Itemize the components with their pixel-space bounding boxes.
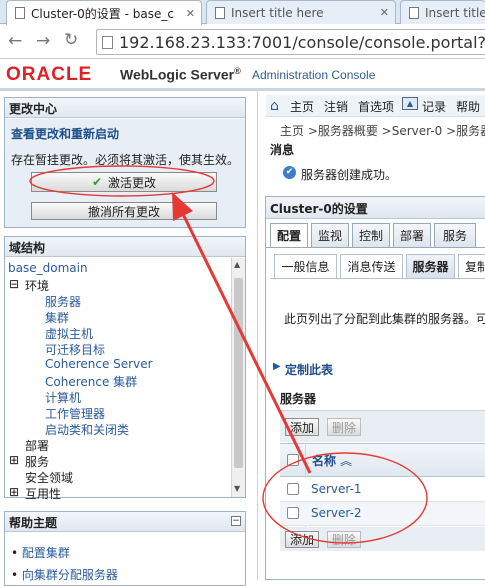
tab-deployments[interactable]: 部署 (393, 223, 431, 247)
page-icon (409, 6, 419, 19)
tree-item-services[interactable]: 服务 (25, 453, 49, 470)
messages-title: 消息 (270, 143, 295, 157)
vertical-scrollbar[interactable]: ▲ ▼ (231, 258, 245, 497)
help-topics-panel: 帮助主题 − • 配置集群 • 向集群分配服务器 (4, 511, 246, 586)
page-icon (102, 36, 113, 49)
expand-icon[interactable]: ⊞ (9, 485, 19, 499)
page-description: 此页列出了分配到此集群的服务器。可 (284, 312, 485, 326)
subtab-general[interactable]: 一般信息 (274, 254, 337, 278)
page-icon (15, 7, 25, 19)
tree-item-clusters[interactable]: 集群 (45, 309, 69, 326)
tree-item-startup-shutdown[interactable]: 启动类和关闭类 (45, 421, 129, 438)
change-center-subtitle: 查看更改和重新启动 (11, 127, 120, 141)
tree-item-coherence-server[interactable]: Coherence Server (45, 357, 153, 371)
reload-icon[interactable]: ↻ (64, 30, 78, 50)
add-button-bottom[interactable]: 添加 (285, 531, 319, 548)
select-all-checkbox[interactable] (287, 454, 299, 466)
subtab-servers[interactable]: 服务器 (406, 254, 455, 278)
domain-structure-title: 域结构 (5, 237, 245, 257)
delete-button-top[interactable]: 删除 (327, 418, 361, 436)
scrollbar-thumb[interactable] (234, 278, 243, 468)
success-message: 服务器创建成功。 (301, 168, 398, 182)
domain-tree: base_domain ⊟ 环境 服务器 集群 虚拟主机 可迁移目标 Coher… (5, 258, 231, 501)
delete-button-bottom[interactable]: 删除 (327, 531, 361, 548)
header-divider (0, 88, 485, 91)
tree-item-environment[interactable]: 环境 (25, 277, 49, 294)
help-link[interactable]: 帮助 (456, 98, 480, 115)
tree-item-virtual-hosts[interactable]: 虚拟主机 (45, 325, 93, 342)
help-topics-title: 帮助主题 (5, 512, 245, 532)
scroll-up-icon[interactable]: ▲ (234, 260, 240, 269)
change-center-panel: 更改中心 查看更改和重新启动 存在暂挂更改。必须将其激活，使其生效。 ✔ 激活更… (4, 97, 246, 228)
tree-item-servers[interactable]: 服务器 (45, 293, 81, 310)
tree-root[interactable]: base_domain (8, 261, 88, 275)
help-topic-item[interactable]: • 向集群分配服务器 (11, 566, 118, 583)
scroll-down-icon[interactable]: ▼ (234, 484, 240, 493)
collapse-icon[interactable]: ⊟ (9, 277, 19, 291)
browser-tab[interactable]: Insert title (400, 0, 485, 24)
undo-all-changes-button[interactable]: 撤消所有更改 (31, 202, 217, 220)
browser-tab-active[interactable]: Cluster-0的设置 - base_c ✕ (6, 0, 202, 25)
tree-item-machines[interactable]: 计算机 (45, 389, 81, 406)
row-checkbox[interactable] (287, 507, 299, 519)
subtab-divider (270, 278, 485, 279)
content-divider (257, 91, 258, 580)
pending-message: 存在暂挂更改。必须将其激活，使其生效。 (11, 153, 240, 167)
sort-ascending-icon[interactable]: ︽ (340, 452, 352, 469)
row-checkbox[interactable] (287, 483, 299, 495)
breadcrumb[interactable]: 主页 >服务器概要 >Server-0 >服务器 (280, 122, 485, 139)
expand-icon[interactable]: ⊞ (9, 453, 19, 467)
home-icon[interactable]: ⌂ (270, 98, 279, 114)
close-tab-icon[interactable]: ✕ (186, 7, 195, 20)
subtab-messaging[interactable]: 消息传送 (340, 254, 403, 278)
subtab-replication[interactable]: 复制 (458, 254, 485, 278)
collapse-panel-icon[interactable]: − (231, 516, 241, 526)
change-center-title: 更改中心 (5, 98, 245, 118)
forward-arrow-icon[interactable]: → (36, 31, 50, 51)
address-toolbar: ← → ↻ 192.168.23.133:7001/console/consol… (0, 25, 485, 59)
settings-title: Cluster-0的设置 (266, 197, 485, 219)
tree-item-security-realms[interactable]: 安全领域 (25, 469, 73, 486)
name-column-header[interactable]: 名称 (312, 452, 336, 469)
oracle-logo: ORACLE (6, 64, 93, 85)
server-link[interactable]: Server-1 (311, 482, 362, 496)
home-link[interactable]: 主页 (290, 98, 314, 115)
close-tab-icon[interactable]: ✕ (380, 6, 389, 19)
tree-item-migratable-targets[interactable]: 可迁移目标 (45, 341, 105, 358)
tree-item-work-managers[interactable]: 工作管理器 (45, 405, 105, 422)
server-link[interactable]: Server-2 (311, 506, 362, 520)
tab-services[interactable]: 服务 (434, 223, 476, 247)
tree-item-interoperability[interactable]: 互用性 (25, 485, 61, 502)
browser-tab-bar: Cluster-0的设置 - base_c ✕ Insert title her… (0, 0, 485, 25)
expand-triangle-icon[interactable]: ▶ (273, 361, 281, 372)
console-name: Administration Console (252, 68, 376, 82)
back-arrow-icon[interactable]: ← (8, 31, 22, 51)
domain-structure-panel: 域结构 base_domain ⊟ 环境 服务器 集群 虚拟主机 可迁移目标 C… (4, 236, 246, 501)
servers-table-title: 服务器 (280, 392, 317, 406)
record-icon[interactable]: ▲ (402, 97, 418, 110)
page-icon (215, 6, 225, 19)
success-check-icon: ✔ (283, 166, 296, 179)
product-name: WebLogic Server® (120, 66, 241, 83)
add-button-top[interactable]: 添加 (285, 418, 319, 436)
tab-divider (266, 247, 485, 248)
url-field[interactable]: 192.168.23.133:7001/console/console.port… (96, 29, 485, 55)
tab-control[interactable]: 控制 (352, 223, 390, 247)
browser-tab[interactable]: Insert title here ✕ (206, 0, 396, 24)
customize-table-link[interactable]: 定制此表 (285, 361, 333, 378)
checkmark-icon: ✔ (91, 175, 103, 189)
record-link[interactable]: 记录 (422, 98, 446, 115)
tree-item-deployments[interactable]: 部署 (25, 437, 49, 454)
table-header (280, 443, 485, 477)
activate-changes-button[interactable]: ✔ 激活更改 (31, 172, 217, 192)
logout-link[interactable]: 注销 (324, 98, 348, 115)
tab-configuration[interactable]: 配置 (270, 223, 308, 247)
tree-item-coherence-cluster[interactable]: Coherence 集群 (45, 373, 137, 390)
help-topic-item[interactable]: • 配置集群 (11, 544, 70, 561)
tab-monitoring[interactable]: 监视 (311, 223, 349, 247)
preferences-link[interactable]: 首选项 (358, 98, 394, 115)
